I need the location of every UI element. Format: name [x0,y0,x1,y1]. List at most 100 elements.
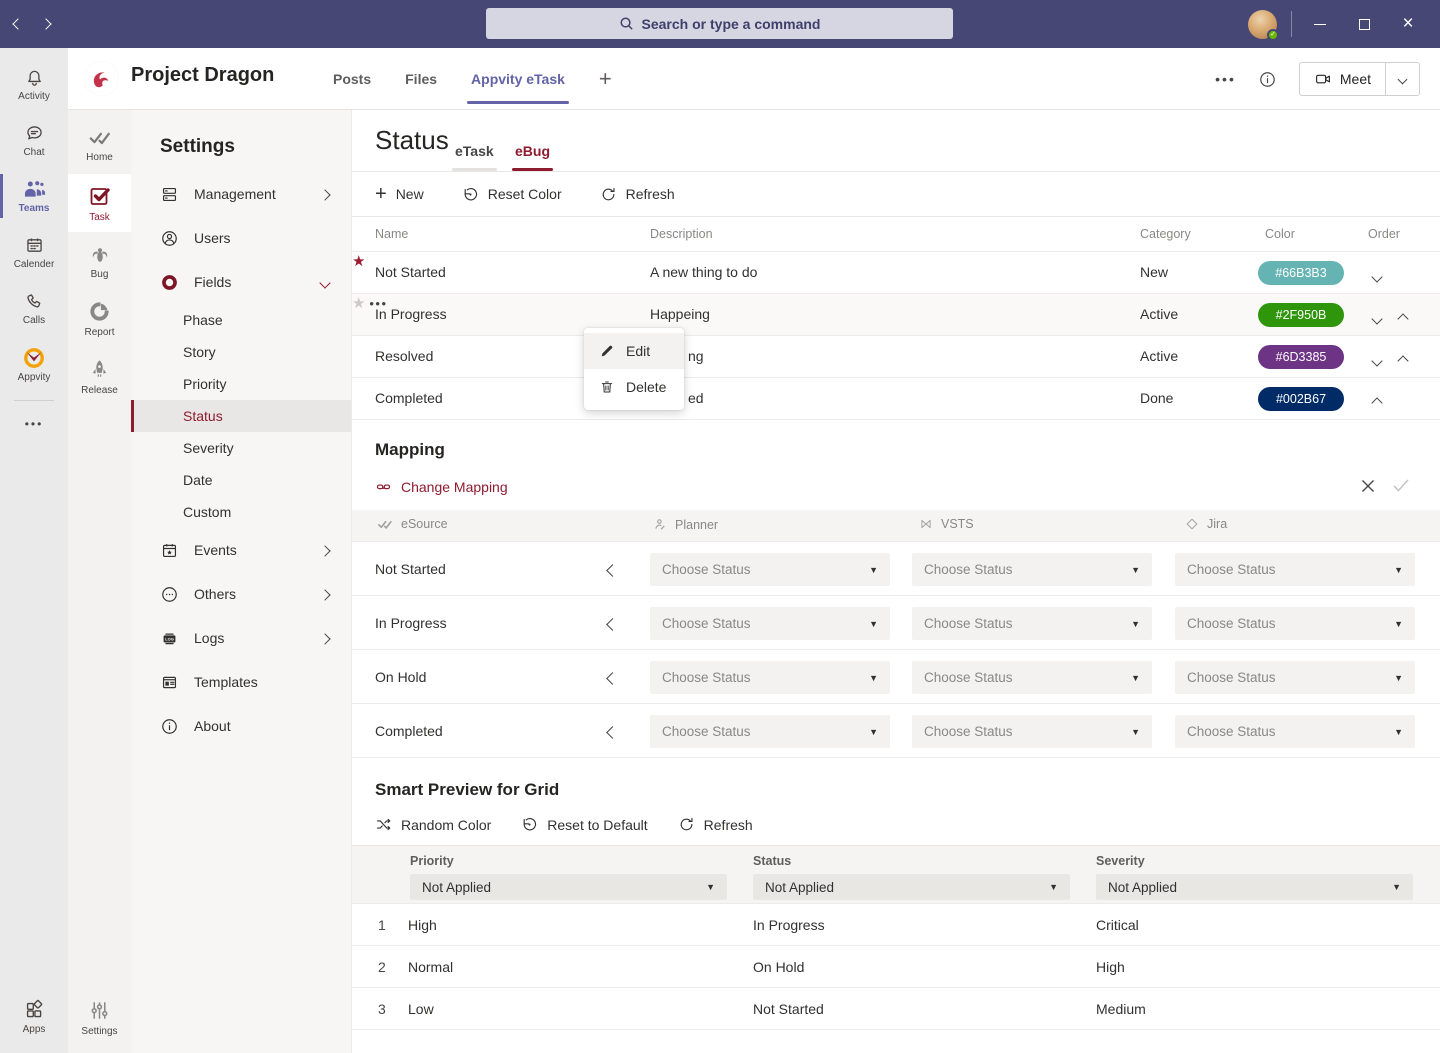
maximize-button[interactable] [1342,0,1386,48]
refresh-button[interactable]: Refresh [600,186,675,203]
context-menu-edit[interactable]: Edit [584,333,684,369]
jira-status-select[interactable]: Choose Status▼ [1175,661,1415,694]
module-item-settings[interactable]: Settings [68,989,131,1047]
info-icon[interactable] [1258,70,1277,89]
context-menu-delete[interactable]: Delete [584,369,684,405]
sidebar-item-activity[interactable]: Activity [0,56,68,112]
module-item-release[interactable]: Release [68,348,131,406]
vsts-status-select[interactable]: Choose Status▼ [912,553,1152,586]
sidebar-item-calendar[interactable]: Calender [0,224,68,280]
status-row-completed[interactable]: Completed ed Done #002B67 [352,378,1440,420]
settings-item-fields[interactable]: Fields [131,260,351,304]
refresh-button[interactable]: Refresh [678,816,753,833]
user-avatar[interactable]: ✓ [1248,10,1277,39]
meet-dropdown-button[interactable] [1385,63,1419,95]
tab-etask[interactable]: eTask [455,131,494,171]
settings-item-events[interactable]: Events [131,528,351,572]
vsts-status-select[interactable]: Choose Status▼ [912,661,1152,694]
planner-status-select[interactable]: Choose Status▼ [650,715,890,748]
module-item-bug[interactable]: Bug [68,232,131,290]
channel-more-options-button[interactable]: ••• [1215,71,1236,87]
settings-subitem-status[interactable]: Status [131,400,351,432]
sidebar-item-appvity[interactable]: Appvity [0,336,68,392]
collapse-chevron-icon[interactable] [608,670,617,686]
status-row-resolved[interactable]: Resolved ng Active #6D3385 [352,336,1440,378]
star-filled-icon[interactable]: ★ [352,253,365,270]
add-tab-button[interactable]: + [599,66,612,92]
tab-posts[interactable]: Posts [333,48,371,110]
planner-status-select[interactable]: Choose Status▼ [650,553,890,586]
new-button[interactable]: + New [375,186,424,202]
collapse-chevron-icon[interactable] [608,616,617,632]
change-mapping-link[interactable]: Change Mapping [375,478,508,495]
star-outline-icon[interactable]: ★ [352,295,365,312]
vsts-status-select[interactable]: Choose Status▼ [912,715,1152,748]
minimize-button[interactable] [1298,0,1342,48]
title-bar: Search or type a command ✓ × [0,0,1440,48]
move-down-button[interactable] [1373,352,1381,368]
sidebar-item-chat[interactable]: Chat [0,112,68,168]
color-pill[interactable]: #2F950B [1258,303,1344,327]
sidebar-item-apps[interactable]: Apps [0,989,68,1045]
jira-status-select[interactable]: Choose Status▼ [1175,607,1415,640]
module-item-home[interactable]: Home [68,116,131,174]
module-item-task[interactable]: Task [68,174,131,232]
jira-status-select[interactable]: Choose Status▼ [1175,553,1415,586]
vsts-status-select[interactable]: Choose Status▼ [912,607,1152,640]
presence-available-icon: ✓ [1267,29,1279,41]
reset-color-button[interactable]: Reset Color [462,186,562,203]
settings-subitem-date[interactable]: Date [131,464,351,496]
tab-files[interactable]: Files [405,48,437,110]
link-icon [375,478,392,495]
move-up-button[interactable] [1399,352,1407,368]
random-color-button[interactable]: Random Color [375,816,491,833]
template-icon [160,673,179,692]
confirm-mapping-button[interactable] [1392,478,1410,494]
settings-item-logs[interactable]: LOG Logs [131,616,351,660]
sidebar-item-calls[interactable]: Calls [0,280,68,336]
settings-subitem-severity[interactable]: Severity [131,432,351,464]
settings-item-templates[interactable]: Templates [131,660,351,704]
status-row-in-progress[interactable]: In Progress ★ ••• Happeing Active #2F950… [352,294,1440,336]
move-down-button[interactable] [1373,310,1381,326]
settings-item-management[interactable]: Management [131,172,351,216]
close-button[interactable]: × [1386,0,1430,48]
reset-to-default-button[interactable]: Reset to Default [521,816,647,833]
module-item-report[interactable]: Report [68,290,131,348]
search-input[interactable]: Search or type a command [486,8,953,39]
move-up-button[interactable] [1399,310,1407,326]
move-up-button[interactable] [1373,394,1381,410]
back-button[interactable] [14,15,22,33]
settings-subitem-priority[interactable]: Priority [131,368,351,400]
settings-subitem-phase[interactable]: Phase [131,304,351,336]
priority-filter-select[interactable]: Not Applied▼ [410,874,727,900]
rocket-icon [88,358,111,381]
settings-subitem-story[interactable]: Story [131,336,351,368]
move-down-button[interactable] [1373,268,1381,284]
caret-down-icon: ▼ [1394,727,1403,737]
collapse-chevron-icon[interactable] [608,562,617,578]
tab-appvity-etask[interactable]: Appvity eTask [471,48,565,110]
severity-filter-select[interactable]: Not Applied▼ [1096,874,1413,900]
color-pill[interactable]: #6D3385 [1258,345,1344,369]
settings-item-users[interactable]: Users [131,216,351,260]
settings-subitem-custom[interactable]: Custom [131,496,351,528]
status-filter-select[interactable]: Not Applied▼ [753,874,1070,900]
tab-ebug[interactable]: eBug [515,131,550,171]
smart-preview-grid-header: Priority Status Severity Not Applied▼ No… [352,846,1440,904]
settings-item-about[interactable]: About [131,704,351,748]
more-apps-button[interactable]: ••• [0,409,68,439]
planner-status-select[interactable]: Choose Status▼ [650,661,890,694]
jira-status-select[interactable]: Choose Status▼ [1175,715,1415,748]
meet-button[interactable]: Meet [1300,63,1385,95]
color-pill[interactable]: #002B67 [1258,387,1344,411]
planner-status-select[interactable]: Choose Status▼ [650,607,890,640]
status-row-not-started[interactable]: Not Started ★ A new thing to do New #66B… [352,252,1440,294]
settings-item-others[interactable]: Others [131,572,351,616]
cancel-mapping-button[interactable] [1360,478,1376,494]
collapse-chevron-icon[interactable] [608,724,617,740]
team-logo[interactable] [84,61,119,96]
forward-button[interactable] [42,15,50,33]
color-pill[interactable]: #66B3B3 [1258,261,1344,285]
sidebar-item-teams[interactable]: Teams [0,168,68,224]
